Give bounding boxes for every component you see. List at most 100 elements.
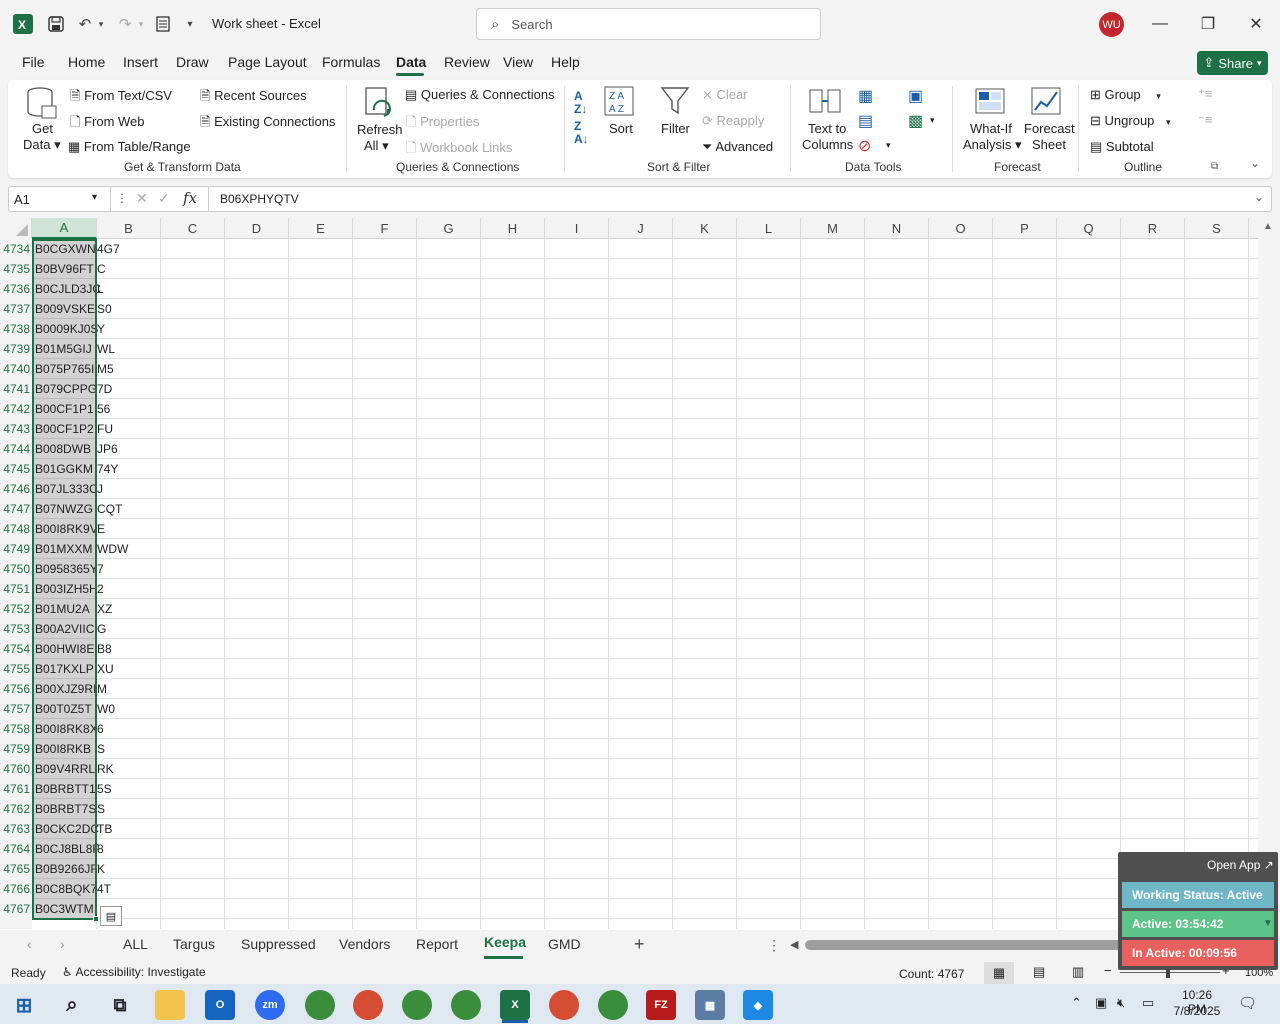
refresh-all-button[interactable]: All ▾ — [364, 138, 389, 154]
cell-a[interactable]: B01MU2A — [33, 599, 96, 619]
cell-b-overflow[interactable]: S — [97, 739, 105, 759]
cell-b-overflow[interactable]: W0 — [97, 699, 115, 719]
cell-b-overflow[interactable]: E — [97, 519, 105, 539]
text-to-columns-button[interactable]: Columns — [802, 137, 853, 152]
filezilla-icon[interactable]: FZ — [646, 990, 676, 1020]
minimize-button[interactable]: — — [1145, 12, 1175, 36]
tab-data[interactable]: Data — [396, 54, 426, 70]
dialog-launcher-icon[interactable]: ⧉ — [1211, 161, 1218, 172]
row-header[interactable]: 4766 — [0, 879, 32, 899]
row-header[interactable]: 4763 — [0, 819, 32, 839]
zoom-slider[interactable] — [1120, 972, 1220, 973]
column-header-o[interactable]: O — [929, 218, 993, 239]
column-header-l[interactable]: L — [737, 218, 801, 239]
app-icon[interactable]: ◆ — [743, 990, 773, 1020]
cell-a[interactable]: B079CPPG — [33, 379, 97, 399]
chrome-profile-icon[interactable] — [451, 990, 481, 1020]
ungroup-button[interactable]: ⊟ Ungroup ▾ — [1090, 113, 1171, 129]
row-header[interactable]: 4746 — [0, 479, 32, 499]
restore-button[interactable]: ❐ — [1193, 12, 1223, 36]
cell-b-overflow[interactable]: XU — [97, 659, 114, 679]
open-app-link[interactable]: Open App ↗ — [1207, 858, 1274, 872]
zoom-out-icon[interactable]: − — [1104, 963, 1112, 978]
chrome-profile-icon[interactable] — [402, 990, 432, 1020]
cell-a[interactable]: B00T0Z5T — [33, 699, 96, 719]
tab-insert[interactable]: Insert — [123, 54, 158, 70]
cell-b-overflow[interactable]: S — [97, 799, 105, 819]
cell-a[interactable]: B0C3WTM — [33, 899, 96, 919]
sheet-tab-targus[interactable]: Targus — [173, 936, 215, 952]
cell-b-overflow[interactable]: 7D — [97, 379, 112, 399]
cell-b-overflow[interactable]: M — [97, 679, 107, 699]
row-header[interactable]: 4767 — [0, 899, 32, 919]
tab-page-layout[interactable]: Page Layout — [228, 54, 307, 70]
cell-b-overflow[interactable]: B8 — [97, 639, 112, 659]
cell-a[interactable]: B0B9266JF — [33, 859, 98, 879]
sheet-tab-suppressed[interactable]: Suppressed — [241, 936, 316, 952]
column-header-q[interactable]: Q — [1057, 218, 1121, 239]
task-view-icon[interactable]: ⧉ — [105, 990, 135, 1020]
column-header-r[interactable]: R — [1121, 218, 1185, 239]
row-header-partial[interactable] — [0, 919, 32, 929]
cell-a[interactable]: B0BRBTT1 — [33, 779, 96, 799]
row-header[interactable]: 4759 — [0, 739, 32, 759]
chrome-profile-icon[interactable] — [353, 990, 383, 1020]
cell-a[interactable]: B01GGKM — [33, 459, 96, 479]
cell-a[interactable]: B008DWB — [33, 439, 96, 459]
column-header-a[interactable]: A — [32, 218, 97, 239]
sheet-tab-all[interactable]: ALL — [123, 936, 148, 952]
cell-a[interactable]: B0BRBT7S — [33, 799, 96, 819]
customize-toolbar-icon[interactable]: ▾ — [182, 12, 198, 36]
cell-a[interactable]: B0009KJ0S — [33, 319, 98, 339]
cell-b-overflow[interactable]: WL — [97, 339, 115, 359]
data-model-dropdown-icon[interactable]: ▾ — [930, 115, 935, 126]
row-header[interactable]: 4744 — [0, 439, 32, 459]
cell-b-overflow[interactable]: K — [97, 859, 105, 879]
worksheet-grid[interactable] — [0, 218, 1280, 930]
tab-draw[interactable]: Draw — [176, 54, 209, 70]
row-header[interactable]: 4742 — [0, 399, 32, 419]
cell-b-overflow[interactable]: 74Y — [97, 459, 118, 479]
recent-sources-button[interactable]: 🗎 Recent Sources — [200, 87, 307, 109]
cell-b-overflow[interactable]: C — [97, 259, 106, 279]
name-box-dropdown-icon[interactable]: ▾ — [92, 192, 97, 203]
column-header-k[interactable]: K — [673, 218, 737, 239]
remove-duplicates-icon[interactable]: ▤ — [858, 111, 873, 131]
from-text-csv-button[interactable]: 🗎 From Text/CSV — [70, 87, 172, 109]
row-header[interactable]: 4764 — [0, 839, 32, 859]
row-header[interactable]: 4757 — [0, 699, 32, 719]
flash-fill-icon[interactable]: ▦ — [858, 86, 873, 106]
undo-icon[interactable]: ↶ — [74, 12, 96, 36]
refresh-all-line1[interactable]: Refresh — [357, 122, 403, 137]
cell-a[interactable]: B00CF1P2 — [33, 419, 96, 439]
cell-b-overflow[interactable]: S0 — [97, 299, 112, 319]
row-header[interactable]: 4736 — [0, 279, 32, 299]
meet-now-icon[interactable]: ▣ — [1095, 995, 1107, 1011]
row-header[interactable]: 4735 — [0, 259, 32, 279]
cell-a[interactable]: B075P765I — [33, 359, 96, 379]
sort-z-to-a-icon[interactable]: Z A↓ — [574, 120, 589, 146]
column-header-h[interactable]: H — [481, 218, 545, 239]
cell-a[interactable]: B009VSKE — [33, 299, 96, 319]
cell-b-overflow[interactable]: 7 — [97, 559, 104, 579]
cell-a[interactable]: B0BV96FT — [33, 259, 96, 279]
queries-connections-button[interactable]: ▤ Queries & Connections — [405, 87, 555, 103]
row-header[interactable]: 4750 — [0, 559, 32, 579]
get-data-button[interactable]: Data ▾ — [23, 137, 61, 153]
share-button[interactable]: ⇪ Share ▾ — [1197, 51, 1268, 75]
row-header[interactable]: 4747 — [0, 499, 32, 519]
column-header-i[interactable]: I — [545, 218, 609, 239]
cell-a[interactable]: B003IZH5H — [33, 579, 98, 599]
tab-home[interactable]: Home — [68, 54, 105, 70]
data-validation-icon[interactable]: ⊘ — [858, 136, 871, 156]
scroll-left-icon[interactable]: ◀ — [790, 938, 798, 951]
row-header[interactable]: 4752 — [0, 599, 32, 619]
more-options-icon[interactable]: ⋮ — [116, 191, 128, 205]
cell-b-overflow[interactable]: Y — [97, 319, 105, 339]
column-header-p[interactable]: P — [993, 218, 1057, 239]
normal-view-icon[interactable]: ▦ — [984, 962, 1014, 984]
file-explorer-icon[interactable] — [155, 990, 185, 1020]
cell-b-overflow[interactable]: FU — [97, 419, 113, 439]
cell-a[interactable]: B0958365Y — [33, 559, 98, 579]
cell-b-overflow[interactable]: M5 — [97, 359, 114, 379]
